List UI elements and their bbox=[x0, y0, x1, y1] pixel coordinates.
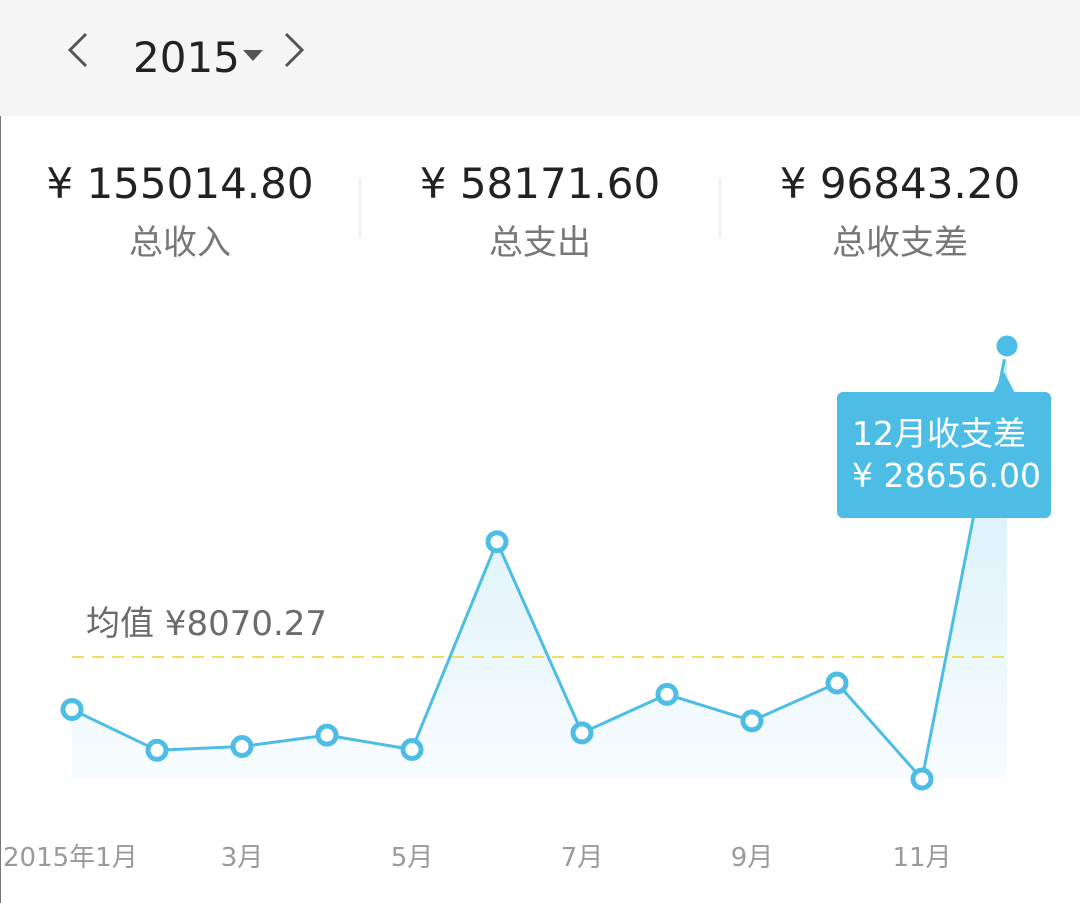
tooltip-box bbox=[837, 392, 1051, 518]
data-point-selected[interactable] bbox=[993, 332, 1021, 360]
data-point[interactable] bbox=[655, 682, 679, 706]
x-tick-label: 7月 bbox=[561, 843, 604, 873]
tooltip-value: ¥ 28656.00 bbox=[852, 456, 1041, 495]
chart-svg: 均值 ¥8070.27 2015年1月 3月 5月 7月 9月 11月 12月收支差 ¥ … bbox=[3, 332, 1051, 873]
data-point[interactable] bbox=[485, 530, 509, 554]
data-point[interactable] bbox=[400, 738, 424, 762]
data-point[interactable] bbox=[825, 671, 849, 695]
data-point[interactable] bbox=[230, 735, 254, 759]
data-point[interactable] bbox=[910, 767, 934, 791]
x-tick-label: 2015年1月 bbox=[3, 843, 138, 873]
monthly-balance-chart: 均值 ¥8070.27 2015年1月 3月 5月 7月 9月 11月 12月收支差 ¥ … bbox=[0, 0, 1080, 903]
x-tick-label: 11月 bbox=[892, 843, 951, 873]
tooltip-title: 12月收支差 bbox=[852, 414, 1026, 453]
data-tooltip: 12月收支差 ¥ 28656.00 bbox=[837, 372, 1051, 518]
data-point[interactable] bbox=[145, 738, 169, 762]
average-label: 均值 ¥8070.27 bbox=[86, 604, 327, 644]
x-tick-label: 3月 bbox=[221, 843, 264, 873]
x-tick-label: 5月 bbox=[391, 843, 434, 873]
data-point[interactable] bbox=[570, 721, 594, 745]
data-point[interactable] bbox=[315, 723, 339, 747]
data-point[interactable] bbox=[60, 697, 84, 721]
x-tick-label: 9月 bbox=[731, 843, 774, 873]
data-point[interactable] bbox=[740, 709, 764, 733]
tooltip-arrow bbox=[993, 372, 1015, 393]
